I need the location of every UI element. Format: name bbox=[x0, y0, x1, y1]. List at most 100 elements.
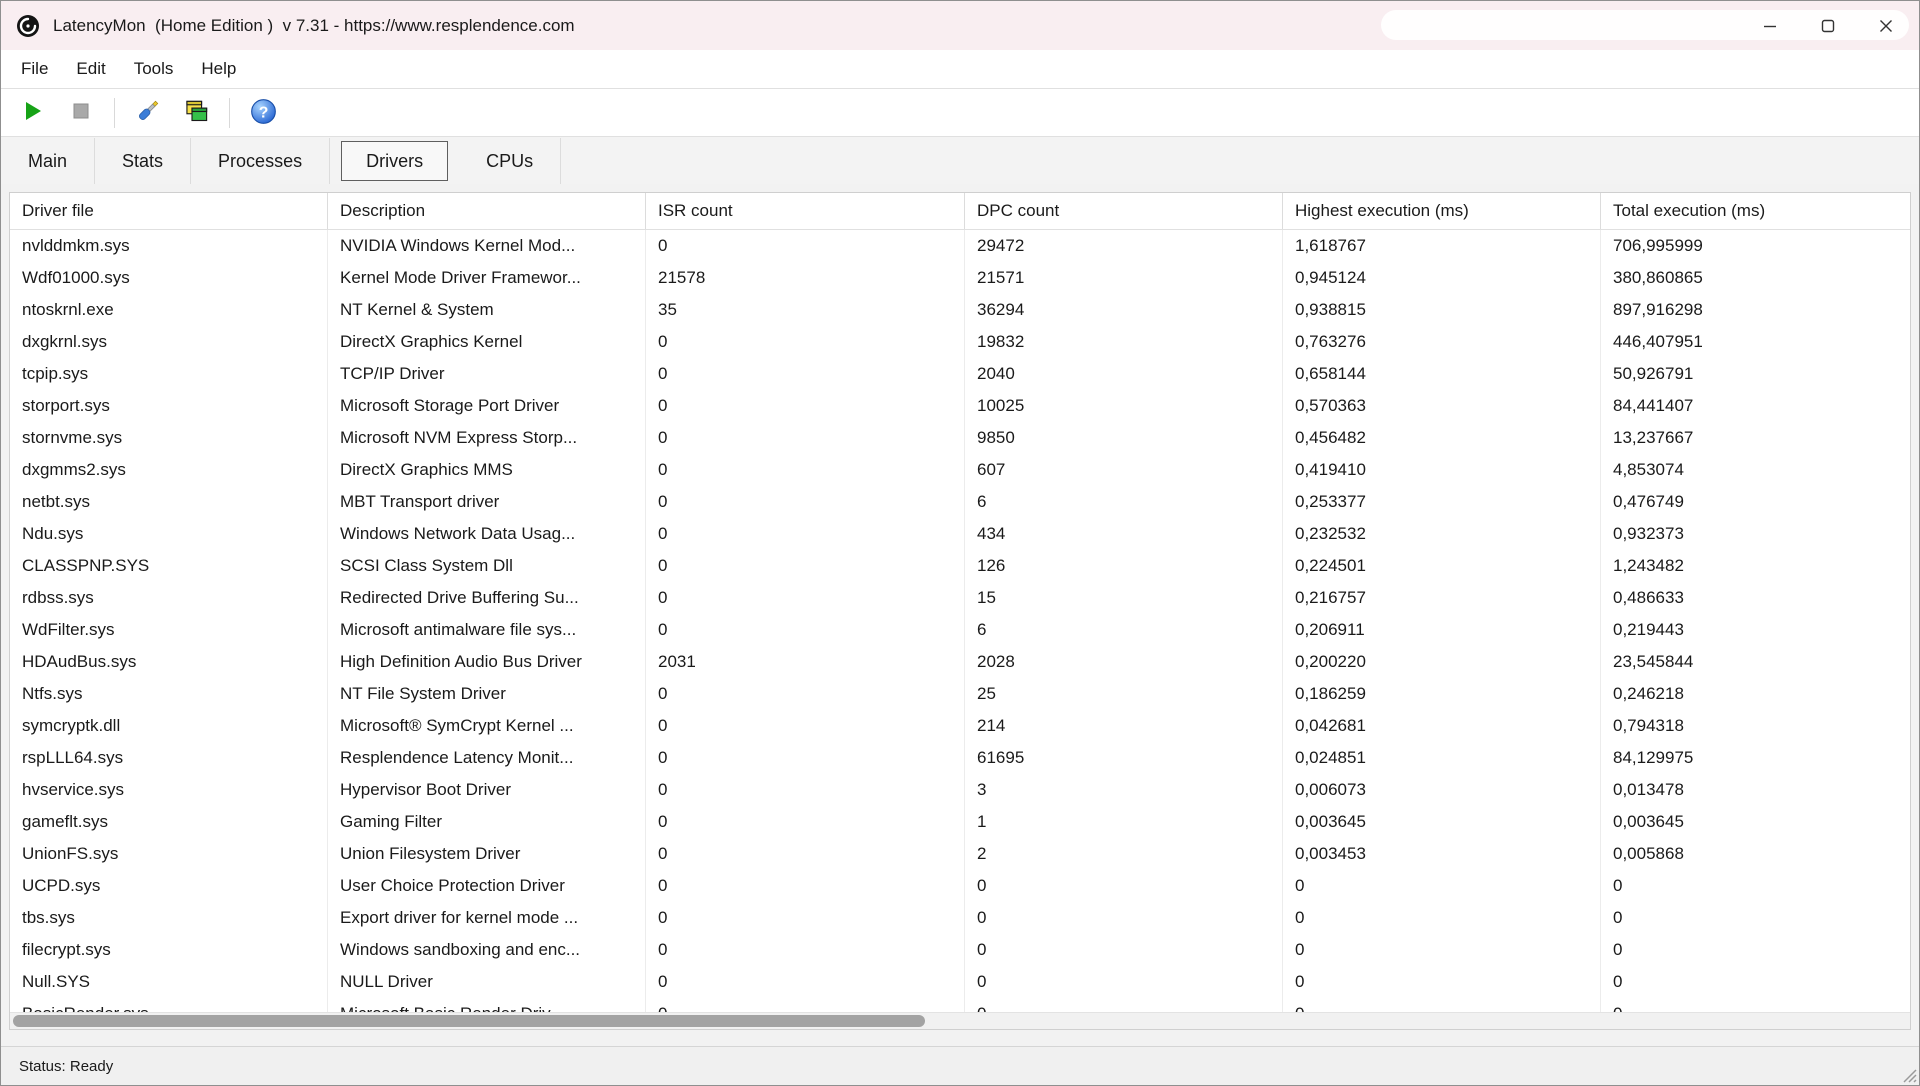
table-body: nvlddmkm.sys NVIDIA Windows Kernel Mod..… bbox=[10, 230, 1910, 1012]
cell-highest-execution: 0,206911 bbox=[1283, 614, 1601, 646]
cell-description: NVIDIA Windows Kernel Mod... bbox=[328, 230, 646, 262]
table-row[interactable]: UnionFS.sys Union Filesystem Driver 0 2 … bbox=[10, 838, 1910, 870]
cell-description: DirectX Graphics MMS bbox=[328, 454, 646, 486]
table-row[interactable]: UCPD.sys User Choice Protection Driver 0… bbox=[10, 870, 1910, 902]
cell-highest-execution: 0 bbox=[1283, 934, 1601, 966]
svg-text:?: ? bbox=[258, 104, 268, 121]
cell-highest-execution: 0,006073 bbox=[1283, 774, 1601, 806]
close-button[interactable] bbox=[1857, 1, 1915, 50]
table-row[interactable]: symcryptk.dll Microsoft® SymCrypt Kernel… bbox=[10, 710, 1910, 742]
stop-monitor-button[interactable] bbox=[61, 93, 101, 133]
cell-dpc-count: 36294 bbox=[965, 294, 1283, 326]
app-icon[interactable] bbox=[15, 13, 41, 39]
cell-highest-execution: 0,216757 bbox=[1283, 582, 1601, 614]
help-button[interactable]: ? bbox=[243, 93, 283, 133]
column-header-driver-file[interactable]: Driver file bbox=[10, 193, 328, 229]
cell-driver-file: HDAudBus.sys bbox=[10, 646, 328, 678]
cell-total-execution: 0,013478 bbox=[1601, 774, 1910, 806]
cell-total-execution: 0 bbox=[1601, 998, 1910, 1012]
table-row[interactable]: gameflt.sys Gaming Filter 0 1 0,003645 0… bbox=[10, 806, 1910, 838]
maximize-button[interactable] bbox=[1799, 1, 1857, 50]
table-row[interactable]: storport.sys Microsoft Storage Port Driv… bbox=[10, 390, 1910, 422]
table-row[interactable]: Ndu.sys Windows Network Data Usag... 0 4… bbox=[10, 518, 1910, 550]
table-row[interactable]: hvservice.sys Hypervisor Boot Driver 0 3… bbox=[10, 774, 1910, 806]
cell-highest-execution: 0,003645 bbox=[1283, 806, 1601, 838]
window-background-gap bbox=[1, 1030, 1919, 1046]
table-header-row: Driver fileDescriptionISR countDPC count… bbox=[10, 193, 1910, 230]
tab-drivers[interactable]: Drivers bbox=[341, 141, 448, 181]
table-row[interactable]: Null.SYS NULL Driver 0 0 0 0 bbox=[10, 966, 1910, 998]
menu-help[interactable]: Help bbox=[187, 50, 250, 88]
title-bar: LatencyMon (Home Edition ) v 7.31 - http… bbox=[1, 1, 1919, 50]
menu-file[interactable]: File bbox=[7, 50, 62, 88]
cell-driver-file: Wdf01000.sys bbox=[10, 262, 328, 294]
cell-description: NT Kernel & System bbox=[328, 294, 646, 326]
cell-highest-execution: 0,419410 bbox=[1283, 454, 1601, 486]
start-monitor-button[interactable] bbox=[13, 93, 53, 133]
tab-processes[interactable]: Processes bbox=[191, 138, 330, 184]
table-row[interactable]: netbt.sys MBT Transport driver 0 6 0,253… bbox=[10, 486, 1910, 518]
cell-isr-count: 0 bbox=[646, 710, 965, 742]
cell-description: Resplendence Latency Monit... bbox=[328, 742, 646, 774]
table-row[interactable]: dxgmms2.sys DirectX Graphics MMS 0 607 0… bbox=[10, 454, 1910, 486]
cell-dpc-count: 2028 bbox=[965, 646, 1283, 678]
minimize-button[interactable] bbox=[1741, 1, 1799, 50]
toolbar-separator bbox=[114, 98, 115, 128]
table-row[interactable]: tbs.sys Export driver for kernel mode ..… bbox=[10, 902, 1910, 934]
cell-total-execution: 0 bbox=[1601, 934, 1910, 966]
cell-isr-count: 0 bbox=[646, 742, 965, 774]
cell-isr-count: 0 bbox=[646, 326, 965, 358]
resize-grip[interactable] bbox=[1901, 1067, 1917, 1083]
table-row[interactable]: Ntfs.sys NT File System Driver 0 25 0,18… bbox=[10, 678, 1910, 710]
table-row[interactable]: filecrypt.sys Windows sandboxing and enc… bbox=[10, 934, 1910, 966]
tab-stats[interactable]: Stats bbox=[95, 138, 191, 184]
table-row[interactable]: HDAudBus.sys High Definition Audio Bus D… bbox=[10, 646, 1910, 678]
cell-description: TCP/IP Driver bbox=[328, 358, 646, 390]
options-button[interactable] bbox=[128, 93, 168, 133]
column-header-dpc-count[interactable]: DPC count bbox=[965, 193, 1283, 229]
horizontal-scrollbar[interactable] bbox=[10, 1012, 1910, 1029]
column-header-total-execution-ms[interactable]: Total execution (ms) bbox=[1601, 193, 1910, 229]
cell-total-execution: 0,932373 bbox=[1601, 518, 1910, 550]
table-row[interactable]: BasicRender.sys Microsoft Basic Render D… bbox=[10, 998, 1910, 1012]
table-row[interactable]: stornvme.sys Microsoft NVM Express Storp… bbox=[10, 422, 1910, 454]
cell-dpc-count: 6 bbox=[965, 614, 1283, 646]
tab-cpus[interactable]: CPUs bbox=[459, 138, 561, 184]
menu-tools[interactable]: Tools bbox=[120, 50, 188, 88]
cell-driver-file: symcryptk.dll bbox=[10, 710, 328, 742]
cell-highest-execution: 0,945124 bbox=[1283, 262, 1601, 294]
cell-dpc-count: 25 bbox=[965, 678, 1283, 710]
cell-highest-execution: 0,938815 bbox=[1283, 294, 1601, 326]
table-row[interactable]: rdbss.sys Redirected Drive Buffering Su.… bbox=[10, 582, 1910, 614]
question-mark-icon: ? bbox=[250, 98, 277, 128]
cell-highest-execution: 0,570363 bbox=[1283, 390, 1601, 422]
cell-highest-execution: 0,456482 bbox=[1283, 422, 1601, 454]
cell-dpc-count: 126 bbox=[965, 550, 1283, 582]
status-text: Status: Ready bbox=[19, 1058, 113, 1075]
cell-isr-count: 0 bbox=[646, 870, 965, 902]
column-header-description[interactable]: Description bbox=[328, 193, 646, 229]
menu-edit[interactable]: Edit bbox=[62, 50, 119, 88]
scrollbar-thumb[interactable] bbox=[13, 1015, 925, 1027]
table-row[interactable]: ntoskrnl.exe NT Kernel & System 35 36294… bbox=[10, 294, 1910, 326]
cell-description: Microsoft Basic Render Driv... bbox=[328, 998, 646, 1012]
column-header-isr-count[interactable]: ISR count bbox=[646, 193, 965, 229]
table-row[interactable]: WdFilter.sys Microsoft antimalware file … bbox=[10, 614, 1910, 646]
cell-dpc-count: 15 bbox=[965, 582, 1283, 614]
cell-description: Kernel Mode Driver Framewor... bbox=[328, 262, 646, 294]
copy-report-button[interactable] bbox=[176, 93, 216, 133]
table-row[interactable]: CLASSPNP.SYS SCSI Class System Dll 0 126… bbox=[10, 550, 1910, 582]
table-row[interactable]: Wdf01000.sys Kernel Mode Driver Framewor… bbox=[10, 262, 1910, 294]
cell-total-execution: 0,005868 bbox=[1601, 838, 1910, 870]
table-row[interactable]: nvlddmkm.sys NVIDIA Windows Kernel Mod..… bbox=[10, 230, 1910, 262]
tab-main[interactable]: Main bbox=[1, 138, 95, 184]
cell-highest-execution: 0 bbox=[1283, 998, 1601, 1012]
stop-icon bbox=[72, 102, 90, 123]
window-background-gap bbox=[1, 184, 1919, 192]
cell-isr-count: 2031 bbox=[646, 646, 965, 678]
table-row[interactable]: tcpip.sys TCP/IP Driver 0 2040 0,658144 … bbox=[10, 358, 1910, 390]
column-header-highest-execution-ms[interactable]: Highest execution (ms) bbox=[1283, 193, 1601, 229]
table-row[interactable]: rspLLL64.sys Resplendence Latency Monit.… bbox=[10, 742, 1910, 774]
table-row[interactable]: dxgkrnl.sys DirectX Graphics Kernel 0 19… bbox=[10, 326, 1910, 358]
cell-driver-file: BasicRender.sys bbox=[10, 998, 328, 1012]
